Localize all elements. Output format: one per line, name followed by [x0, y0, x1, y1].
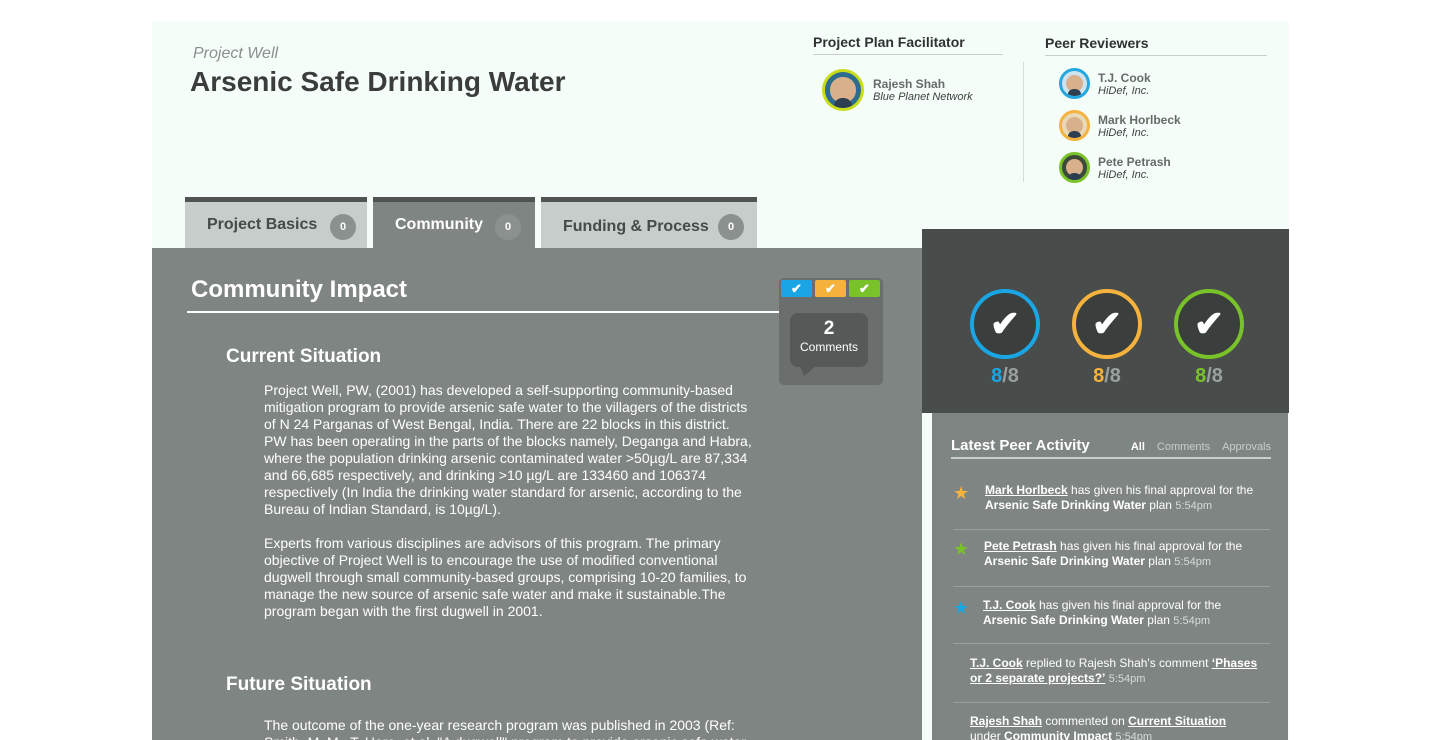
activity-text: has given his final approval for the: [1035, 598, 1222, 612]
score-total: /8: [1104, 365, 1121, 387]
filter-all[interactable]: All: [1131, 441, 1145, 453]
activity-text: plan: [1145, 498, 1176, 512]
section-link[interactable]: Current Situation: [1128, 714, 1226, 728]
plan-name: Arsenic Safe Drinking Water: [984, 554, 1145, 568]
comment-count: 2: [823, 318, 835, 339]
user-link[interactable]: Mark Horlbeck: [985, 483, 1068, 497]
score-total: /8: [1206, 365, 1223, 387]
avatar: [1059, 152, 1090, 183]
avatar: [822, 69, 864, 111]
activity-header: Latest Peer Activity All Comments Approv…: [951, 437, 1271, 459]
count-badge: 0: [495, 214, 521, 240]
section-title: Community Impact: [191, 276, 408, 303]
check-icon: ✔: [849, 280, 880, 297]
divider: [1023, 62, 1024, 182]
activity-item: ★ Mark Horlbeck has given his final appr…: [953, 483, 1270, 530]
count-badge: 0: [718, 214, 744, 240]
activity-text: has given his final approval for the: [1067, 483, 1254, 497]
score-total: /8: [1002, 365, 1019, 387]
current-situation-paragraph: Experts from various disciplines are adv…: [264, 535, 747, 619]
reviewer-card[interactable]: T.J. Cook HiDef, Inc.: [1059, 68, 1151, 99]
tab-label: Project Basics: [207, 216, 318, 233]
activity-item: ★ Pete Petrash has given his final appro…: [953, 539, 1270, 587]
facilitator-name: Rajesh Shah: [873, 77, 946, 91]
activity-title: Latest Peer Activity: [951, 437, 1090, 454]
peer-activity-panel: Latest Peer Activity All Comments Approv…: [932, 413, 1288, 740]
current-situation-heading: Current Situation: [226, 346, 382, 367]
activity-text: replied to Rajesh Shah's comment: [1022, 656, 1212, 670]
plan-name: Arsenic Safe Drinking Water: [985, 498, 1146, 512]
reviewers-heading: Peer Reviewers: [1045, 35, 1267, 56]
timestamp: 5:54pm: [1108, 673, 1146, 685]
activity-item: T.J. Cook replied to Rajesh Shah's comme…: [953, 656, 1270, 703]
future-situation-paragraph: The outcome of the one-year research pro…: [264, 717, 746, 740]
user-link[interactable]: T.J. Cook: [983, 598, 1036, 612]
reviewer-card[interactable]: Pete Petrash HiDef, Inc.: [1059, 152, 1171, 183]
timestamp: 5:54pm: [1115, 731, 1153, 740]
check-icon: ✔: [970, 289, 1040, 359]
activity-item: ★ T.J. Cook has given his final approval…: [953, 598, 1270, 644]
timestamp: 5:54pm: [1173, 615, 1210, 627]
user-link[interactable]: Rajesh Shah: [970, 714, 1042, 728]
user-link[interactable]: Pete Petrash: [984, 539, 1057, 553]
star-icon: ★: [953, 483, 970, 503]
reviewer-org: HiDef, Inc.: [1098, 168, 1150, 181]
facilitator-card[interactable]: Rajesh Shah Blue Planet Network: [822, 69, 973, 111]
review-page: Project Well Arsenic Safe Drinking Water…: [152, 22, 1289, 740]
timestamp: 5:54pm: [1174, 556, 1211, 568]
reviewer-name: Mark Horlbeck: [1098, 112, 1181, 127]
star-icon: ★: [953, 539, 970, 559]
comments-widget[interactable]: ✔ ✔ ✔ 2 Comments: [779, 278, 883, 385]
comment-bubble-icon[interactable]: 2 Comments: [790, 313, 868, 367]
reviewer-score[interactable]: ✔ 8/8: [1072, 289, 1142, 388]
tab-project-basics[interactable]: Project Basics 0: [185, 197, 367, 248]
reviewer-name: T.J. Cook: [1098, 70, 1151, 85]
plan-name: Arsenic Safe Drinking Water: [983, 613, 1144, 627]
reviewer-score[interactable]: ✔ 8/8: [970, 289, 1040, 388]
approval-ticks: ✔ ✔ ✔: [781, 280, 880, 297]
check-icon: ✔: [815, 280, 846, 297]
activity-text: plan: [1143, 613, 1174, 627]
avatar: [1059, 68, 1090, 99]
score-value: 8: [1195, 365, 1207, 387]
activity-text: commented on: [1042, 714, 1129, 728]
count-badge: 0: [330, 214, 356, 240]
activity-text: has given his final approval for the: [1056, 539, 1243, 553]
check-icon: ✔: [1072, 289, 1142, 359]
avatar: [1059, 110, 1090, 141]
section-name: Community Impact: [1004, 729, 1113, 740]
tab-label: Funding & Process: [563, 218, 709, 235]
current-situation-paragraph: Project Well, PW, (2001) has developed a…: [264, 382, 752, 517]
activity-text: plan: [1144, 554, 1175, 568]
activity-item: Rajesh Shah commented on Current Situati…: [953, 714, 1270, 740]
reviewer-org: HiDef, Inc.: [1098, 84, 1150, 97]
user-link[interactable]: T.J. Cook: [970, 656, 1023, 670]
timestamp: 5:54pm: [1175, 500, 1212, 512]
reviewer-score[interactable]: ✔ 8/8: [1174, 289, 1244, 388]
comment-label: Comments: [799, 340, 858, 354]
star-icon: ★: [953, 598, 970, 618]
reviewer-name: Pete Petrash: [1098, 154, 1171, 169]
reviewer-org: HiDef, Inc.: [1098, 126, 1150, 139]
page-title: Arsenic Safe Drinking Water: [190, 66, 566, 97]
reviewer-card[interactable]: Mark Horlbeck HiDef, Inc.: [1059, 110, 1181, 141]
facilitator-org: Blue Planet Network: [873, 91, 973, 103]
project-subtitle: Project Well: [193, 45, 279, 62]
tab-label: Community: [395, 216, 483, 233]
activity-text: under: [970, 729, 1005, 740]
facilitator-heading: Project Plan Facilitator: [813, 34, 1003, 55]
section-underline: [187, 311, 782, 313]
check-icon: ✔: [781, 280, 812, 297]
reviewer-scores: ✔ 8/8 ✔ 8/8 ✔ 8/8: [922, 229, 1289, 413]
check-icon: ✔: [1174, 289, 1244, 359]
filter-approvals[interactable]: Approvals: [1222, 441, 1271, 453]
activity-filters: All Comments Approvals: [1131, 441, 1271, 453]
score-value: 8: [991, 365, 1003, 387]
tab-community[interactable]: Community 0: [373, 197, 535, 248]
future-situation-heading: Future Situation: [226, 674, 372, 695]
score-value: 8: [1093, 365, 1105, 387]
filter-comments[interactable]: Comments: [1157, 441, 1210, 453]
tab-funding-process[interactable]: Funding & Process 0: [541, 197, 757, 248]
